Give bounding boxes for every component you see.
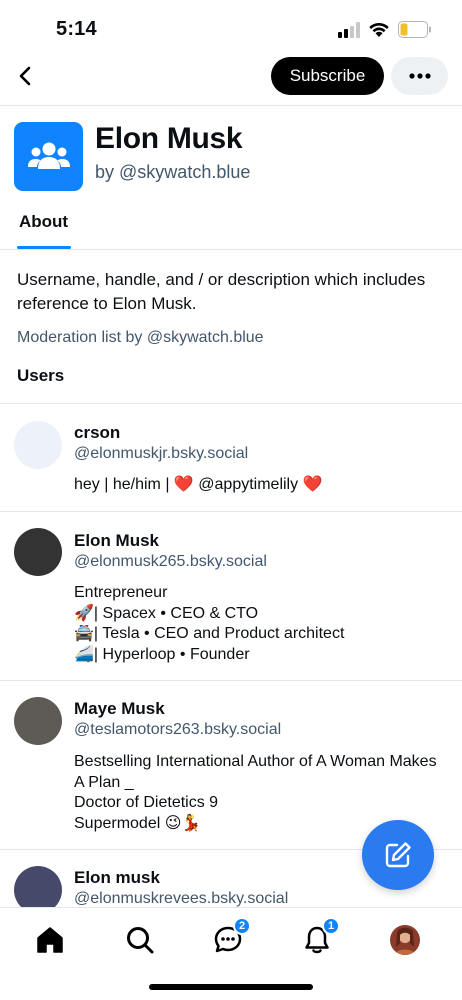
compose-icon: [385, 842, 411, 868]
list-item[interactable]: crson @elonmuskjr.bsky.social hey | he/h…: [0, 404, 462, 511]
status-time: 5:14: [56, 18, 97, 40]
user-name: Elon Musk: [74, 531, 160, 550]
list-title: Elon Musk: [95, 122, 243, 155]
list-byline: by @skywatch.blue: [95, 162, 250, 183]
user-handle: @elonmuskrevees.bsky.social: [74, 890, 289, 907]
list-owner-link[interactable]: @skywatch.blue: [119, 162, 250, 182]
user-name: Maye Musk: [74, 699, 165, 718]
compose-button[interactable]: [362, 820, 434, 890]
ellipsis-icon: [408, 73, 431, 79]
tabs-divider: [0, 249, 462, 250]
more-options-button[interactable]: [391, 57, 448, 95]
avatar[interactable]: [14, 528, 62, 576]
user-name: crson: [74, 423, 121, 442]
user-handle: @elonmusk265.bsky.social: [74, 553, 267, 570]
search-icon: [127, 927, 154, 954]
chat-badge: 2: [233, 917, 251, 935]
header-divider: [0, 105, 462, 106]
battery-icon: [398, 21, 431, 38]
users-heading: Users: [17, 366, 65, 385]
list-description: Username, handle, and / or description w…: [17, 270, 426, 313]
notifications-badge: 1: [322, 917, 340, 935]
home-icon: [37, 927, 63, 953]
user-bio: Entrepreneur 🚀| Spacex • CEO & CTO 🚔| Te…: [74, 584, 345, 663]
avatar[interactable]: [14, 421, 62, 469]
chevron-left-icon: [19, 66, 31, 86]
subscribe-button[interactable]: Subscribe: [271, 57, 384, 95]
avatar[interactable]: [14, 697, 62, 745]
people-group-icon: [27, 142, 70, 169]
list-byline-prefix: by: [95, 162, 115, 182]
wifi-icon: [369, 22, 389, 37]
home-indicator: [149, 984, 313, 990]
user-handle: @teslamotors263.bsky.social: [74, 721, 282, 738]
user-handle: @elonmuskjr.bsky.social: [74, 445, 249, 462]
back-button[interactable]: [10, 61, 40, 91]
profile-avatar: [390, 925, 420, 955]
nav-notifications[interactable]: 1: [299, 917, 340, 958]
user-name: Elon musk: [74, 868, 160, 887]
nav-search[interactable]: [122, 922, 158, 958]
list-avatar: [14, 122, 83, 191]
top-bar: Subscribe: [0, 55, 462, 97]
user-bio: hey | he/him | ❤️ @appytimelily ❤️: [74, 476, 323, 493]
tab-about[interactable]: About: [19, 212, 68, 232]
nav-profile[interactable]: [387, 922, 423, 958]
list-item[interactable]: Elon Musk @elonmusk265.bsky.social Entre…: [0, 512, 462, 680]
cellular-signal-icon: [338, 22, 360, 38]
avatar[interactable]: [14, 866, 62, 907]
nav-chat[interactable]: 2: [210, 917, 251, 958]
nav-home[interactable]: [32, 922, 68, 958]
status-bar: 5:14: [0, 0, 462, 56]
moderation-note: Moderation list by @skywatch.blue: [17, 329, 264, 346]
